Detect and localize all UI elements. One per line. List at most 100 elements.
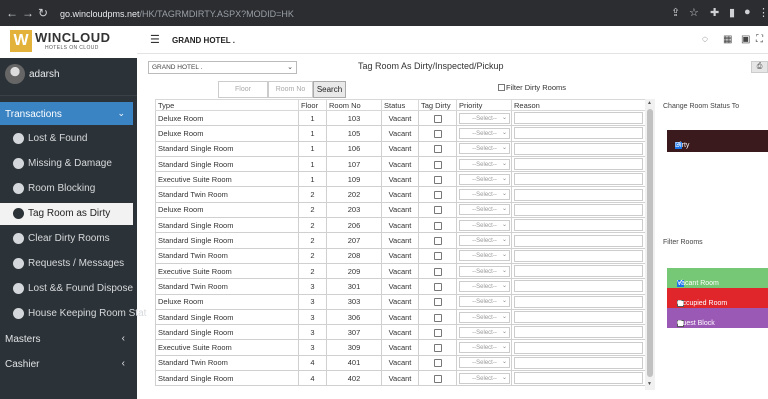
bookmark-star-icon[interactable]: ☆ <box>689 6 699 19</box>
priority-select[interactable]: --Select-- ⌄ <box>459 326 510 338</box>
tag-dirty-checkbox[interactable] <box>433 328 442 337</box>
sidebar-item-room-blocking[interactable]: Room Blocking <box>0 178 137 200</box>
reason-input[interactable] <box>514 249 643 262</box>
table-row[interactable]: Standard Twin Room 2 208 Vacant --Select-- ⌄ <box>155 247 645 264</box>
priority-select[interactable]: --Select-- ⌄ <box>459 204 510 216</box>
tag-dirty-checkbox[interactable] <box>433 145 442 154</box>
table-row[interactable]: Deluxe Room 1 103 Vacant --Select-- ⌄ <box>155 109 645 127</box>
tag-dirty-checkbox[interactable] <box>433 114 442 123</box>
scrollbar-thumb[interactable] <box>647 109 653 377</box>
reason-input[interactable] <box>514 158 643 171</box>
tag-dirty-checkbox[interactable] <box>433 267 442 276</box>
tag-dirty-checkbox[interactable] <box>433 237 442 246</box>
reason-input[interactable] <box>514 341 643 354</box>
priority-select[interactable]: --Select-- ⌄ <box>459 112 510 124</box>
tag-dirty-checkbox[interactable] <box>433 206 442 215</box>
tag-dirty-checkbox[interactable] <box>433 374 442 383</box>
table-row[interactable]: Standard Single Room 1 106 Vacant --Select--… <box>155 140 645 157</box>
filter-option-1[interactable]: Occupied Room <box>667 288 768 308</box>
user-profile[interactable]: adarsh <box>0 58 137 96</box>
reason-input[interactable] <box>514 372 643 385</box>
share-icon[interactable]: ⇪ <box>671 6 680 19</box>
reload-icon[interactable]: ↻ <box>38 6 48 20</box>
tag-dirty-checkbox[interactable] <box>433 191 442 200</box>
filter-option-2[interactable]: Guest Block <box>667 308 768 328</box>
filter-dirty-checkbox[interactable] <box>498 84 505 91</box>
sidebar-item-missing-damage[interactable]: Missing & Damage <box>0 153 137 175</box>
tag-dirty-checkbox[interactable] <box>433 160 442 169</box>
reason-input[interactable] <box>514 203 643 216</box>
tag-dirty-checkbox[interactable] <box>433 252 442 261</box>
reason-input[interactable] <box>514 311 643 323</box>
priority-select[interactable]: --Select-- ⌄ <box>459 250 510 262</box>
table-row[interactable]: Deluxe Room 2 203 Vacant --Select-- ⌄ <box>155 201 645 219</box>
table-row[interactable]: Standard Single Room 2 206 Vacant --Select--… <box>155 217 645 234</box>
scroll-down-icon[interactable]: ▼ <box>647 381 652 387</box>
table-row[interactable]: Standard Single Room 3 306 Vacant --Select--… <box>155 308 645 326</box>
scroll-up-icon[interactable]: ▲ <box>647 100 652 106</box>
address-bar[interactable]: go.wincloudpms.net/HK/TAGRMDIRTY.ASPX?MO… <box>60 9 294 19</box>
extensions-puzzle-icon[interactable]: ✚ <box>710 6 719 19</box>
reason-input[interactable] <box>514 234 643 247</box>
browser-menu-icon[interactable]: ⋮ <box>758 6 768 19</box>
filter-option-0[interactable]: Vacant Room <box>667 268 768 288</box>
priority-select[interactable]: --Select-- ⌄ <box>459 127 510 139</box>
grid-icon[interactable]: ▦ <box>723 34 732 45</box>
table-row[interactable]: Executive Suite Room 3 309 Vacant --Select--… <box>155 339 645 356</box>
priority-select[interactable]: --Select-- ⌄ <box>459 296 510 308</box>
table-row[interactable]: Standard Single Room 4 402 Vacant --Select--… <box>155 370 645 387</box>
priority-select[interactable]: --Select-- ⌄ <box>459 265 510 277</box>
apps-icon[interactable]: ▣ <box>741 34 750 45</box>
sidebar-item-housekeeping-status[interactable]: House Keeping Room Stat <box>0 303 146 325</box>
tag-dirty-checkbox[interactable] <box>433 344 442 353</box>
sidebar-item-requests-messages[interactable]: Requests / Messages <box>0 253 137 275</box>
reason-input[interactable] <box>514 112 643 125</box>
side-panel-icon[interactable]: ▮ <box>729 6 735 19</box>
sidebar-item-lost-found[interactable]: Lost & Found <box>0 128 137 150</box>
table-row[interactable]: Executive Suite Room 2 209 Vacant --Select--… <box>155 262 645 280</box>
reason-input[interactable] <box>514 142 643 155</box>
table-row[interactable]: Standard Single Room 2 207 Vacant --Select--… <box>155 232 645 249</box>
chat-icon[interactable]: ◌ <box>702 34 708 45</box>
tag-dirty-checkbox[interactable] <box>433 129 442 138</box>
priority-select[interactable]: --Select-- ⌄ <box>459 219 510 231</box>
priority-select[interactable]: --Select-- ⌄ <box>459 235 510 247</box>
room-no-input[interactable]: Room No <box>268 81 313 98</box>
tag-dirty-checkbox[interactable] <box>433 175 442 184</box>
tag-dirty-checkbox[interactable] <box>433 298 442 307</box>
table-row[interactable]: Standard Twin Room 2 202 Vacant --Select-- ⌄ <box>155 186 645 203</box>
tag-dirty-checkbox[interactable] <box>433 221 442 230</box>
tag-dirty-checkbox[interactable] <box>433 359 442 368</box>
table-row[interactable]: Executive Suite Room 1 109 Vacant --Select--… <box>155 171 645 188</box>
back-arrow-icon[interactable]: ← <box>6 6 18 20</box>
sidebar-section-masters[interactable]: Masters ‹ <box>0 328 137 350</box>
search-button[interactable]: Search <box>313 81 346 98</box>
priority-select[interactable]: --Select-- ⌄ <box>459 357 510 369</box>
forward-arrow-icon[interactable]: → <box>22 6 34 20</box>
reason-input[interactable] <box>514 173 643 186</box>
priority-select[interactable]: --Select-- ⌄ <box>459 311 510 323</box>
table-row[interactable]: Deluxe Room 1 105 Vacant --Select-- ⌄ <box>155 125 645 142</box>
table-row[interactable]: Standard Twin Room 3 301 Vacant --Select-- ⌄ <box>155 278 645 295</box>
priority-select[interactable]: --Select-- ⌄ <box>459 280 510 292</box>
sidebar-item-lost-found-dispose[interactable]: Lost && Found Dispose <box>0 278 137 300</box>
floor-input[interactable]: Floor <box>218 81 268 98</box>
logo[interactable]: W WINCLOUD HOTELS ON CLOUD <box>0 26 137 58</box>
priority-select[interactable]: --Select-- ⌄ <box>459 143 510 155</box>
hotel-select[interactable]: GRAND HOTEL . ⌄ <box>148 61 297 74</box>
profile-icon[interactable]: ● <box>744 6 751 18</box>
sidebar-item-tag-room-dirty[interactable]: Tag Room as Dirty <box>0 203 133 225</box>
reason-input[interactable] <box>514 326 643 339</box>
filter-dirty-rooms[interactable]: Filter Dirty Rooms <box>498 83 566 92</box>
table-row[interactable]: Deluxe Room 3 303 Vacant --Select-- ⌄ <box>155 293 645 310</box>
reason-input[interactable] <box>514 295 643 308</box>
reason-input[interactable] <box>514 265 643 278</box>
sidebar-section-cashier[interactable]: Cashier ‹ <box>0 353 137 375</box>
status-option-dirty[interactable]: Dirty <box>667 130 768 152</box>
table-row[interactable]: Standard Single Room 3 307 Vacant --Select--… <box>155 324 645 341</box>
reason-input[interactable] <box>514 127 643 140</box>
hamburger-menu-icon[interactable]: ☰ <box>150 33 160 46</box>
tag-dirty-checkbox[interactable] <box>433 313 442 322</box>
reason-input[interactable] <box>514 188 643 201</box>
tag-dirty-checkbox[interactable] <box>433 282 442 291</box>
